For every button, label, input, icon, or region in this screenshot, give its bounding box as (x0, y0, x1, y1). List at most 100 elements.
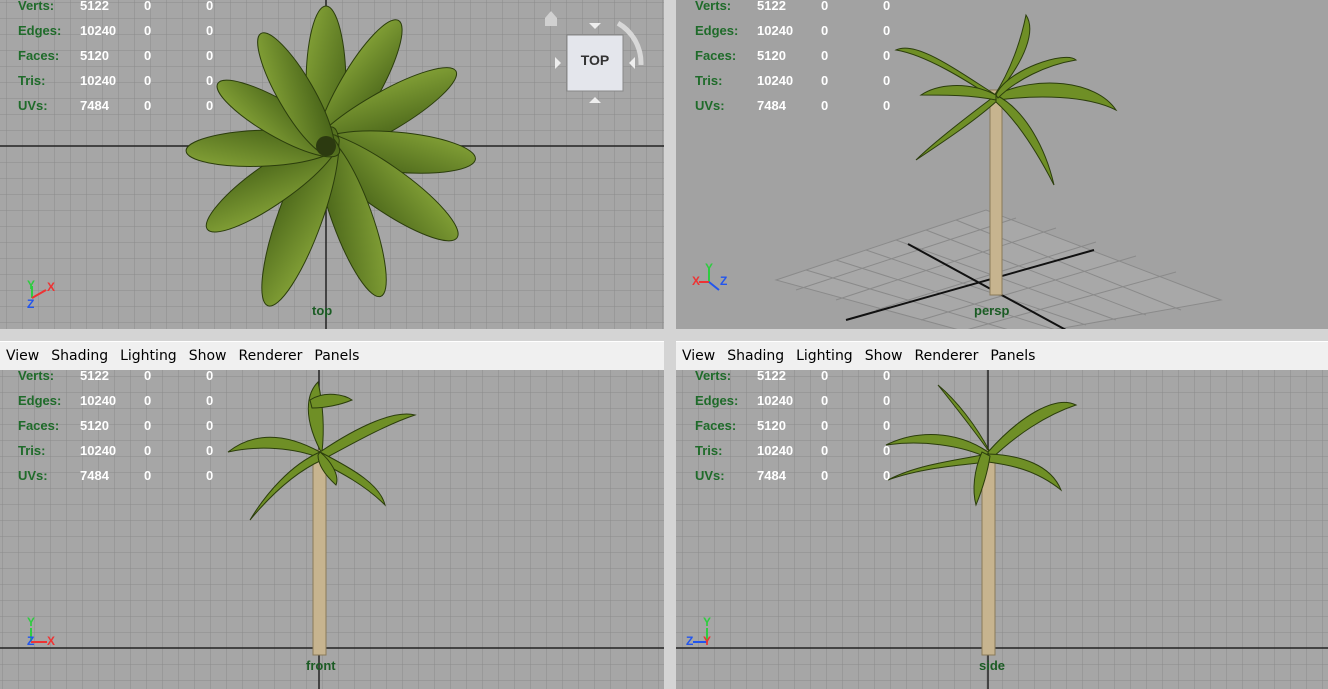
stat-value: 0 (144, 443, 152, 458)
stats-hud-persp: Verts: 5122 0 0 Edges: 10240 0 0 Faces: 5120 0 0 … (695, 0, 925, 118)
stat-value: 7484 (80, 468, 109, 483)
stat-value: 0 (206, 73, 214, 88)
axis-label-x: X (47, 634, 56, 648)
axis-label-x: X (692, 274, 701, 288)
viewport-divider-horizontal[interactable] (0, 329, 1328, 341)
axis-label-y: Y (703, 615, 712, 629)
stat-label-edges: Edges: (695, 393, 739, 408)
stat-value: 0 (206, 468, 214, 483)
camera-label-front: front (306, 658, 336, 673)
palm-crown-persp (894, 13, 1118, 186)
stat-value: 0 (883, 370, 891, 383)
stat-value: 5122 (80, 370, 109, 383)
stat-value: 0 (883, 393, 891, 408)
axis-label-z: Z (27, 634, 35, 648)
stat-value: 0 (883, 48, 891, 63)
stat-value: 0 (821, 73, 829, 88)
menu-shading[interactable]: Shading (727, 348, 784, 364)
menu-panels[interactable]: Panels (990, 348, 1035, 364)
stat-label-uvs: UVs: (695, 468, 725, 483)
stat-value: 0 (821, 443, 829, 458)
stat-label-verts: Verts: (18, 370, 55, 383)
menu-lighting[interactable]: Lighting (120, 348, 177, 364)
stat-value: 5122 (80, 0, 109, 13)
stat-label-uvs: UVs: (18, 468, 48, 483)
stat-value: 5120 (757, 48, 786, 63)
menu-shading[interactable]: Shading (51, 348, 108, 364)
stat-label-verts: Verts: (695, 0, 732, 13)
stat-value: 0 (144, 48, 152, 63)
stat-value: 0 (206, 48, 214, 63)
stat-label-edges: Edges: (18, 23, 62, 38)
stat-value: 0 (821, 48, 829, 63)
menu-show[interactable]: Show (189, 348, 227, 364)
view-cube-face-label[interactable]: TOP (567, 52, 623, 68)
menu-panels[interactable]: Panels (314, 348, 359, 364)
viewport-side[interactable]: Verts: 5122 0 0 Edges: 10240 0 0 Faces: 5120 0 0 … (676, 370, 1328, 689)
stat-value: 10240 (757, 393, 794, 408)
stat-label-edges: Edges: (18, 393, 62, 408)
stat-value: 0 (144, 0, 152, 13)
camera-label-top: top (312, 303, 333, 318)
stat-value: 0 (206, 23, 214, 38)
stat-label-tris: Tris: (18, 443, 46, 458)
stat-value: 0 (206, 0, 214, 13)
axis-label-z: Z (686, 634, 694, 648)
stat-value: 0 (821, 23, 829, 38)
axis-label-y: Y (705, 261, 714, 275)
stat-value: 0 (144, 23, 152, 38)
stat-value: 0 (206, 418, 214, 433)
stat-label-faces: Faces: (18, 48, 60, 63)
stat-value: 10240 (80, 73, 117, 88)
stat-label-verts: Verts: (695, 370, 732, 383)
stat-value: 0 (883, 98, 891, 113)
viewport-divider-vertical[interactable] (664, 0, 676, 689)
viewport-top[interactable]: TOP Verts: 5122 0 0 Edges: 10240 0 0 Faces: 512… (0, 0, 664, 329)
stat-value: 10240 (80, 393, 117, 408)
axis-label-y2: Y (703, 634, 712, 648)
menu-show[interactable]: Show (865, 348, 903, 364)
stat-value: 0 (883, 468, 891, 483)
panel-menubar-side: View Shading Lighting Show Renderer Pane… (676, 341, 1328, 371)
viewport-persp[interactable]: Verts: 5122 0 0 Edges: 10240 0 0 Faces: 5120 0 0 … (676, 0, 1328, 329)
stats-hud-front: Verts: 5122 0 0 Edges: 10240 0 0 Faces: 5120 0 0 … (18, 370, 248, 488)
camera-label-persp: persp (974, 303, 1010, 318)
stat-label-faces: Faces: (18, 418, 60, 433)
stat-value: 10240 (757, 73, 794, 88)
stats-hud-top: Verts: 5122 0 0 Edges: 10240 0 0 Faces: 5120 0 0 … (18, 0, 248, 118)
stat-value: 0 (821, 418, 829, 433)
stat-label-uvs: UVs: (695, 98, 725, 113)
stat-value: 0 (206, 443, 214, 458)
viewport-front[interactable]: Verts: 5122 0 0 Edges: 10240 0 0 Faces: 5120 0 0 … (0, 370, 664, 689)
panel-menubar-front: View Shading Lighting Show Renderer Pane… (0, 341, 664, 371)
stat-value: 0 (144, 418, 152, 433)
stat-label-tris: Tris: (18, 73, 46, 88)
stat-label-uvs: UVs: (18, 98, 48, 113)
axis-label-z: Z (27, 297, 35, 311)
stat-value: 0 (144, 98, 152, 113)
camera-label-side: side (979, 658, 1006, 673)
stat-value: 0 (144, 468, 152, 483)
stat-value: 7484 (757, 468, 786, 483)
stat-value: 0 (821, 98, 829, 113)
stat-value: 0 (144, 73, 152, 88)
axis-label-z: Z (720, 274, 728, 288)
stat-value: 0 (821, 0, 829, 13)
stat-label-verts: Verts: (18, 0, 55, 13)
stat-value: 0 (206, 98, 214, 113)
menu-view[interactable]: View (682, 348, 715, 364)
menu-renderer[interactable]: Renderer (238, 348, 302, 364)
menu-view[interactable]: View (6, 348, 39, 364)
stat-value: 10240 (80, 23, 117, 38)
stat-value: 5120 (757, 418, 786, 433)
stat-value: 7484 (757, 98, 786, 113)
stat-value: 0 (883, 443, 891, 458)
stat-value: 0 (144, 393, 152, 408)
stat-value: 0 (821, 370, 829, 383)
stat-value: 0 (144, 370, 152, 383)
stat-value: 10240 (80, 443, 117, 458)
menu-renderer[interactable]: Renderer (914, 348, 978, 364)
axis-label-y: Y (27, 278, 36, 292)
stat-label-tris: Tris: (695, 73, 723, 88)
menu-lighting[interactable]: Lighting (796, 348, 853, 364)
